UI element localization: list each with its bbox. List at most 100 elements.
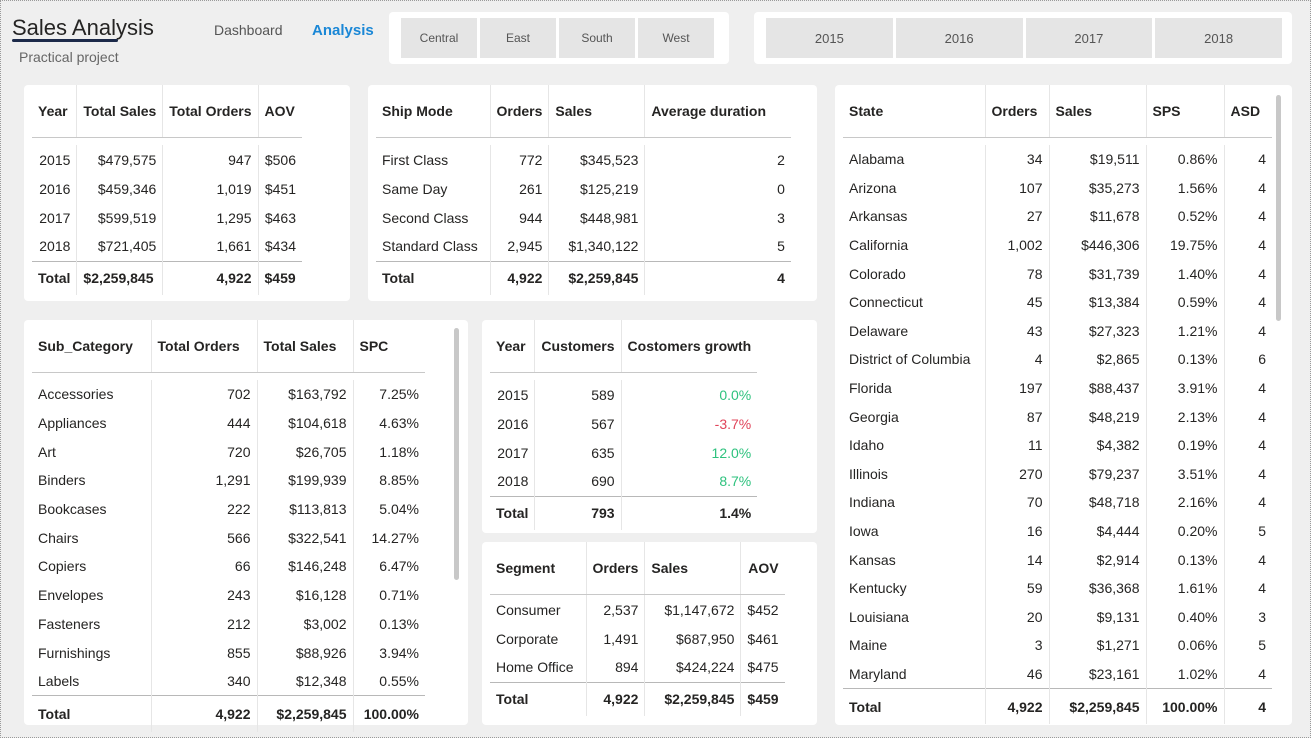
col-header-year[interactable]: Year bbox=[490, 320, 536, 373]
col-header-total-orders[interactable]: Total Orders bbox=[151, 320, 258, 373]
total-row: Total 4,922 $2,259,845 $459 bbox=[490, 681, 785, 716]
table-row[interactable]: 2016 567 -3.7% bbox=[490, 409, 757, 438]
table-row[interactable]: Maine 3 $1,271 0.06% 5 bbox=[843, 631, 1272, 660]
table-row[interactable]: Arizona 107 $35,273 1.56% 4 bbox=[843, 173, 1272, 203]
cell: $459 bbox=[740, 681, 785, 716]
table-row[interactable]: Alabama 34 $19,511 0.86% 4 bbox=[843, 145, 1272, 174]
table-row[interactable]: Same Day 261 $125,219 0 bbox=[376, 174, 791, 203]
table-row[interactable]: Arkansas 27 $11,678 0.52% 4 bbox=[843, 202, 1272, 231]
table-row[interactable]: 2015 $479,575 947 $506 bbox=[32, 145, 302, 174]
year-button-2018[interactable]: 2018 bbox=[1155, 18, 1282, 58]
col-header-ship-mode[interactable]: Ship Mode bbox=[376, 85, 491, 138]
col-header-aov[interactable]: AOV bbox=[740, 542, 785, 595]
region-button-south[interactable]: South bbox=[559, 18, 635, 58]
cell: Envelopes bbox=[32, 580, 152, 610]
table-row[interactable]: Corporate 1,491 $687,950 $461 bbox=[490, 624, 785, 653]
year-button-2016[interactable]: 2016 bbox=[895, 18, 1023, 58]
table-row[interactable]: Louisiana 20 $9,131 0.40% 3 bbox=[843, 602, 1272, 632]
table-row[interactable]: Appliances 444 $104,618 4.63% bbox=[32, 408, 425, 438]
table-row[interactable]: Bookcases 222 $113,813 5.04% bbox=[32, 494, 425, 524]
cell: $36,368 bbox=[1049, 573, 1147, 603]
year-button-2015[interactable]: 2015 bbox=[766, 18, 893, 58]
year-button-2017[interactable]: 2017 bbox=[1025, 18, 1153, 58]
table-row[interactable]: 2018 $721,405 1,661 $434 bbox=[32, 232, 302, 261]
col-header-state[interactable]: State bbox=[843, 85, 986, 138]
table-row[interactable]: Iowa 16 $4,444 0.20% 5 bbox=[843, 516, 1272, 546]
table-row[interactable]: Binders 1,291 $199,939 8.85% bbox=[32, 466, 425, 495]
table-row[interactable]: Copiers 66 $146,248 6.47% bbox=[32, 552, 425, 581]
col-header-orders[interactable]: Orders bbox=[490, 85, 550, 138]
col-header-sub-category[interactable]: Sub_Category bbox=[32, 320, 152, 373]
table-row[interactable]: Delaware 43 $27,323 1.21% 4 bbox=[843, 316, 1272, 346]
cell: 78 bbox=[985, 259, 1050, 288]
region-button-central[interactable]: Central bbox=[401, 18, 477, 58]
col-header-asd[interactable]: ASD bbox=[1224, 85, 1272, 138]
col-header-sales[interactable]: Sales bbox=[548, 85, 646, 138]
col-header-aov[interactable]: AOV bbox=[258, 85, 302, 138]
table-row[interactable]: Labels 340 $12,348 0.55% bbox=[32, 666, 425, 696]
region-button-west[interactable]: West bbox=[638, 18, 714, 58]
col-header-year[interactable]: Year bbox=[32, 85, 78, 138]
col-header-customers-growth[interactable]: Costomers growth bbox=[621, 320, 758, 373]
table-row[interactable]: 2017 $599,519 1,295 $463 bbox=[32, 203, 302, 232]
table-row[interactable]: 2015 589 0.0% bbox=[490, 380, 757, 409]
table-row[interactable]: Chairs 566 $322,541 14.27% bbox=[32, 523, 425, 553]
table-row[interactable]: Envelopes 243 $16,128 0.71% bbox=[32, 580, 425, 610]
table-row[interactable]: Furnishings 855 $88,926 3.94% bbox=[32, 638, 425, 667]
table-row[interactable]: Art 720 $26,705 1.18% bbox=[32, 437, 425, 467]
table-row[interactable]: First Class 772 $345,523 2 bbox=[376, 145, 791, 174]
table-row[interactable]: Second Class 944 $448,981 3 bbox=[376, 203, 791, 232]
table-row[interactable]: 2017 635 12.0% bbox=[490, 438, 757, 467]
table-row[interactable]: Idaho 11 $4,382 0.19% 4 bbox=[843, 430, 1272, 460]
cell: 1,002 bbox=[985, 230, 1050, 260]
cell: 2016 bbox=[32, 174, 78, 203]
col-header-sales[interactable]: Sales bbox=[1049, 85, 1147, 138]
table-row[interactable]: Standard Class 2,945 $1,340,122 5 bbox=[376, 232, 791, 261]
table-row[interactable]: District of Columbia 4 $2,865 0.13% 6 bbox=[843, 345, 1272, 374]
cell: Bookcases bbox=[32, 494, 152, 524]
cell: 5 bbox=[1258, 637, 1266, 654]
table-row[interactable]: Kentucky 59 $36,368 1.61% 4 bbox=[843, 573, 1272, 603]
table-row[interactable]: Georgia 87 $48,219 2.13% 4 bbox=[843, 402, 1272, 431]
cell: 894 bbox=[586, 653, 646, 682]
table-row[interactable]: 2018 690 8.7% bbox=[490, 467, 757, 496]
cell: 14 bbox=[985, 545, 1050, 574]
table-row[interactable]: Home Office 894 $424,224 $475 bbox=[490, 653, 785, 682]
col-header-total-orders[interactable]: Total Orders bbox=[162, 85, 259, 138]
col-header-sps[interactable]: SPS bbox=[1146, 85, 1225, 138]
table-row[interactable]: Florida 197 $88,437 3.91% 4 bbox=[843, 373, 1272, 403]
cell: Delaware bbox=[843, 316, 986, 346]
col-header-spc[interactable]: SPC bbox=[353, 320, 425, 373]
cell: $322,541 bbox=[257, 523, 354, 553]
table-row[interactable]: Maryland 46 $23,161 1.02% 4 bbox=[843, 659, 1272, 689]
table-row[interactable]: Consumer 2,537 $1,147,672 $452 bbox=[490, 595, 785, 624]
col-header-sales[interactable]: Sales bbox=[644, 542, 742, 595]
cell: Second Class bbox=[376, 203, 491, 232]
table-row[interactable]: Connecticut 45 $13,384 0.59% 4 bbox=[843, 287, 1272, 317]
cell: 4 bbox=[1258, 294, 1266, 311]
col-header-total-sales[interactable]: Total Sales bbox=[76, 85, 164, 138]
table-row[interactable]: Accessories 702 $163,792 7.25% bbox=[32, 380, 425, 409]
nav-dashboard[interactable]: Dashboard bbox=[214, 22, 283, 38]
table-row[interactable]: Colorado 78 $31,739 1.40% 4 bbox=[843, 259, 1272, 288]
subcategory-table-scrollbar[interactable] bbox=[454, 328, 459, 580]
region-button-east[interactable]: East bbox=[480, 18, 556, 58]
col-header-orders[interactable]: Orders bbox=[985, 85, 1050, 138]
col-header-orders[interactable]: Orders bbox=[586, 542, 646, 595]
table-row[interactable]: Indiana 70 $48,718 2.16% 4 bbox=[843, 488, 1272, 517]
table-row[interactable]: 2016 $459,346 1,019 $451 bbox=[32, 174, 302, 203]
table-row[interactable]: California 1,002 $446,306 19.75% 4 bbox=[843, 230, 1272, 260]
state-table-scrollbar[interactable] bbox=[1276, 95, 1281, 321]
col-header-average-duration[interactable]: Average duration bbox=[644, 85, 791, 138]
col-header-segment[interactable]: Segment bbox=[490, 542, 587, 595]
col-header-total-sales[interactable]: Total Sales bbox=[257, 320, 354, 373]
table-row[interactable]: Fasteners 212 $3,002 0.13% bbox=[32, 609, 425, 639]
cell: Kansas bbox=[843, 545, 986, 574]
cell: 6.47% bbox=[379, 558, 419, 575]
nav-analysis[interactable]: Analysis bbox=[312, 22, 374, 39]
cell: 3 bbox=[985, 631, 1050, 660]
table-row[interactable]: Kansas 14 $2,914 0.13% 4 bbox=[843, 545, 1272, 574]
col-header-customers[interactable]: Customers bbox=[534, 320, 622, 373]
spacer-row bbox=[32, 372, 425, 380]
table-row[interactable]: Illinois 270 $79,237 3.51% 4 bbox=[843, 459, 1272, 489]
